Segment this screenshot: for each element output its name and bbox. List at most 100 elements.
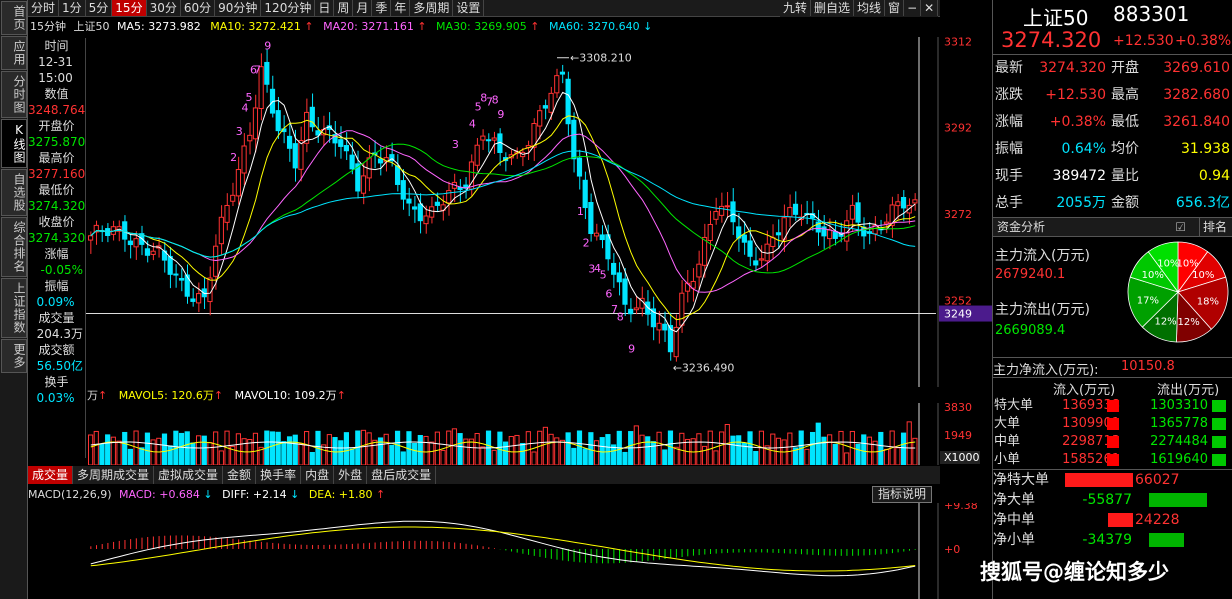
volume-bar: [161, 433, 168, 465]
volume-bar: [366, 432, 372, 465]
net-inflow-label: 主力净流入(万元):: [993, 363, 1099, 378]
macd-axis-label: +9.38: [944, 503, 978, 512]
period-tab-1[interactable]: 1分: [59, 0, 86, 16]
fund-analysis-label: 资金分析: [997, 220, 1046, 234]
candlestick-chart[interactable]: 33123292327232523249←3308.210←3236.49023…: [86, 37, 992, 387]
period-tab-0[interactable]: 分时: [28, 0, 60, 16]
period-tab-14[interactable]: 设置: [453, 0, 485, 16]
toolbar-right: 九转 删自选 均线窗 − ✕: [780, 0, 939, 17]
period-tab-7[interactable]: 120分钟: [261, 0, 316, 16]
indicator-tab-3[interactable]: 金额: [223, 466, 257, 484]
quote-label: 金额: [1111, 195, 1139, 211]
candle-up: [787, 207, 793, 218]
period-tab-13[interactable]: 多周期: [410, 0, 454, 16]
volume-bar: [144, 432, 151, 465]
indicator-help-button[interactable]: 指标说明: [872, 486, 933, 503]
candle-down: [127, 240, 133, 246]
volume-value: 204.3万: [36, 327, 83, 341]
indicator-tab-6[interactable]: 外盘: [334, 466, 368, 484]
volume-bar: [252, 432, 259, 465]
ma10-line: [90, 115, 916, 321]
macd-chart[interactable]: +9.38 +0: [86, 503, 992, 599]
net-flow-value: -34379: [1082, 532, 1132, 548]
leftnav-item-0[interactable]: 首页: [1, 1, 27, 35]
flow-in-bar: [1107, 454, 1119, 466]
expand-icon: ☑: [1175, 220, 1186, 234]
period-tab-6[interactable]: 90分钟: [215, 0, 262, 16]
period-tab-5[interactable]: 60分: [181, 0, 216, 16]
toolbar-right-1[interactable]: 删自选: [811, 0, 855, 16]
candle-up: [883, 221, 890, 225]
toolbar-right-0[interactable]: 九转: [780, 0, 812, 16]
candle-down: [855, 202, 861, 223]
leftnav-item-6[interactable]: 上证指数: [1, 278, 27, 338]
period-tab-2[interactable]: 5分: [86, 0, 113, 16]
volume-chart[interactable]: 3830 1949 X1000: [86, 403, 992, 465]
candle-up: [88, 235, 94, 241]
candle-down: [792, 203, 799, 215]
volume-bar: [167, 445, 173, 465]
leftnav-item-4[interactable]: 自选股: [1, 169, 27, 216]
flow-out-value: 1619640: [1150, 452, 1208, 467]
quote-label: 均价: [1111, 141, 1139, 157]
pie-label: 17%: [1137, 295, 1159, 306]
volume-bar: [468, 438, 475, 465]
pie-label: 10%: [1157, 259, 1179, 270]
price-change-pct: +0.38%: [1175, 33, 1232, 49]
volume-axis-label: 1949: [944, 429, 972, 442]
leftnav-item-7[interactable]: 更多: [1, 339, 27, 373]
period-tab-4[interactable]: 30分: [147, 0, 181, 16]
period-tab-9[interactable]: 周: [334, 0, 354, 16]
period-tab-12[interactable]: 年: [391, 0, 411, 16]
indicator-tab-5[interactable]: 内盘: [301, 466, 335, 484]
candle-up: [429, 206, 435, 218]
volume-bar: [127, 448, 133, 465]
period-tab-11[interactable]: 季: [372, 0, 392, 16]
candle-down: [611, 262, 617, 275]
toolbar-right-2[interactable]: 均线: [854, 0, 886, 16]
dea-value: DEA: +1.80: [308, 488, 373, 501]
period-tab-10[interactable]: 月: [353, 0, 373, 16]
nine-turn-count: 7: [254, 63, 261, 76]
candle-up: [423, 215, 429, 225]
volume-bar: [412, 442, 418, 465]
crosshair-info-panel: 时间 12-31 15:00 数值 3248.764 开盘价 3275.870 …: [28, 38, 86, 458]
indicator-tab-1[interactable]: 多周期成交量: [73, 466, 155, 484]
minimize-icon[interactable]: −: [904, 0, 922, 16]
volume-bar: [110, 436, 116, 465]
candle-up: [849, 204, 855, 220]
candle-up: [133, 238, 139, 248]
period-tab-3[interactable]: 15分: [112, 0, 147, 16]
volume-bar: [326, 434, 332, 465]
flow-table: 特大单 1369338 1303310 大单 1309901 1365778 中单 22987…: [993, 397, 1232, 469]
indicator-tab-7[interactable]: 盘后成交量: [367, 466, 437, 484]
flow-header: 流入(万元) 流出(万元): [993, 377, 1232, 398]
volume-bar: [343, 432, 350, 465]
period-tab-8[interactable]: 日: [315, 0, 335, 16]
candle-down: [167, 255, 173, 275]
quote-value: 0.64%: [1061, 141, 1106, 157]
close-icon[interactable]: ✕: [921, 0, 939, 16]
candle-down: [394, 165, 401, 185]
indicator-tab-2[interactable]: 虚拟成交量: [154, 466, 224, 484]
fund-analysis-tab[interactable]: 资金分析 ☑ 排名: [993, 217, 1232, 237]
mavol10-legend: MAVOL10: 109.2万: [234, 389, 337, 402]
macd-legend: MACD(12,26,9) MACD: +0.684 ↓ DIFF: +2.14…: [28, 488, 386, 501]
volume-bar: [770, 433, 776, 465]
leftnav-item-5[interactable]: 综合排名: [1, 217, 27, 277]
candle-up: [298, 140, 304, 170]
leftnav-item-3[interactable]: K线图: [1, 119, 27, 168]
indicator-tab-0[interactable]: 成交量: [28, 466, 74, 484]
volume-bar: [508, 435, 514, 465]
toolbar-right-3[interactable]: 窗: [885, 0, 905, 16]
quote-label: 量比: [1111, 168, 1139, 184]
candle-up: [593, 232, 600, 237]
volume-legend: 万↑ MAVOL5: 120.6万↑ MAVOL10: 109.2万↑: [87, 389, 346, 402]
leftnav-item-1[interactable]: 应用: [1, 36, 27, 70]
indicator-tab-4[interactable]: 换手率: [256, 466, 302, 484]
flow-row-label: 大单: [994, 416, 1021, 431]
leftnav-item-2[interactable]: 分时图: [1, 71, 27, 118]
candle-up: [252, 107, 259, 140]
candle-up: [491, 137, 497, 141]
quote-row: 振幅 0.64% 均价 31.938: [993, 136, 1232, 163]
